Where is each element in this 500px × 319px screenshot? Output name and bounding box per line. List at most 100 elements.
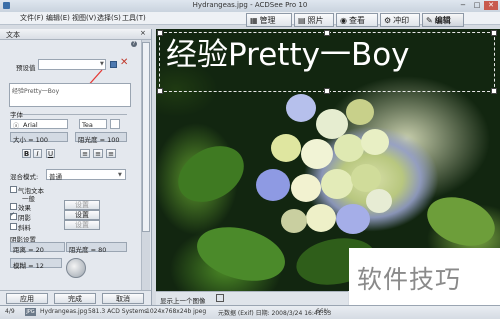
menu-tools[interactable]: 工具(T)	[122, 13, 146, 23]
blur-slider[interactable]: 模糊 = 12	[10, 258, 62, 270]
help-icon[interactable]: ?	[131, 41, 137, 47]
shadow-opacity-label: 阻光度 = 80	[69, 246, 107, 254]
flower-petal	[271, 134, 301, 162]
bold-button[interactable]: B	[22, 149, 31, 158]
mode-label: 管理	[259, 16, 276, 25]
text-input-value: 经验Pretty一Boy	[12, 88, 60, 95]
size-slider[interactable]: 大小 = 100	[10, 132, 68, 144]
divider	[22, 114, 127, 115]
scrollbar-thumb[interactable]	[142, 42, 150, 232]
overlay-text[interactable]: 经验Pretty一Boy	[166, 29, 410, 74]
flower-petal	[366, 189, 392, 213]
panel-header: 文本 ×	[0, 29, 151, 40]
flower-petal	[256, 169, 290, 201]
blend-mode-label: 混合模式:	[10, 173, 39, 181]
flower-petal	[301, 139, 333, 169]
flower-petal	[321, 169, 353, 199]
done-button[interactable]: 完成	[54, 293, 96, 304]
modified-date: 元数据 (Exif) 日期: 2008/3/24 16:41:53	[218, 310, 332, 317]
text-panel: 文本 × ? 预设值 ▼ ✕ 经验Pretty一Boy 字体 ⓐ Arial T…	[0, 29, 152, 305]
bevel-settings-button[interactable]: 设置	[64, 220, 100, 230]
chevron-down-icon: ▼	[118, 172, 122, 178]
effect-settings-button[interactable]: 设置	[64, 200, 100, 210]
shadow-checkbox[interactable]	[10, 211, 17, 220]
flower-petal	[281, 209, 307, 233]
mode-label: 冲印	[393, 16, 410, 25]
effect-checkbox[interactable]	[10, 203, 17, 210]
font-dropdown[interactable]: ⓐ Arial	[10, 119, 68, 130]
apply-button[interactable]: 应用	[6, 293, 48, 304]
shadow-label: 阴影	[18, 214, 31, 222]
leaf-shape	[191, 218, 291, 290]
file-name: Hydrangeas.jpg	[40, 308, 88, 315]
flower-petal	[334, 134, 364, 162]
resize-handle[interactable]	[157, 88, 163, 94]
flower-petal	[286, 94, 316, 122]
menu-edit[interactable]: 编辑(E)	[46, 13, 70, 23]
resize-handle[interactable]	[491, 30, 497, 36]
leaf-shape	[168, 134, 254, 214]
font-name: Arial	[23, 121, 38, 129]
status-bar: 4/9 JPG Hydrangeas.jpg 581.3 ACD Systems…	[0, 305, 500, 319]
image-nav-bar: 显示上一个图像	[156, 291, 348, 306]
delete-preset-icon[interactable]: ✕	[120, 58, 128, 68]
mode-edit[interactable]: ✎ 编辑	[422, 13, 464, 27]
bevel-checkbox[interactable]	[10, 223, 17, 230]
panel-close-icon[interactable]: ×	[140, 29, 146, 37]
resize-handle[interactable]	[324, 88, 330, 94]
opacity-label: 阻光度 = 100	[78, 136, 120, 144]
mode-view[interactable]: ◉ 查看	[336, 13, 378, 27]
align-left-button[interactable]: ≡	[80, 149, 90, 158]
mode-manage[interactable]: ▦ 管理	[246, 13, 292, 27]
menu-select[interactable]: 选择(S)	[97, 13, 121, 23]
flower-petal	[291, 174, 321, 202]
watermark-text: 软件技巧	[357, 265, 462, 294]
font-size-value: Tea	[82, 121, 93, 129]
shadow-settings-button[interactable]: 设置	[64, 210, 100, 220]
maximize-button[interactable]: □	[470, 1, 484, 10]
zoom-level: 66%	[316, 308, 330, 315]
bubble-text-checkbox[interactable]	[10, 186, 17, 193]
close-button[interactable]: ✕	[484, 1, 498, 10]
cancel-button[interactable]: 取消	[102, 293, 144, 304]
blend-mode-dropdown[interactable]: 普通 ▼	[46, 169, 126, 181]
underline-button[interactable]: U	[46, 149, 55, 158]
flower-petal	[336, 204, 370, 234]
mode-photos[interactable]: ▤ 照片	[294, 13, 334, 27]
align-center-button[interactable]: ≡	[93, 149, 103, 158]
italic-button[interactable]: I	[33, 149, 42, 158]
flower-petal	[361, 129, 389, 155]
size-label: 大小 = 100	[13, 136, 48, 144]
flower-petal	[346, 99, 374, 125]
shadow-opacity-slider[interactable]: 阻光度 = 80	[66, 242, 127, 254]
image-dimensions: 1024x768x24b jpeg	[146, 308, 207, 315]
resize-handle[interactable]	[157, 30, 163, 36]
mode-develop[interactable]: ⚙ 冲印	[380, 13, 420, 27]
distance-slider[interactable]: 距离 = 20	[10, 242, 65, 254]
bevel-label: 斜料	[18, 224, 31, 232]
leaf-shape	[420, 188, 500, 255]
flower-petal	[351, 164, 381, 192]
text-input[interactable]: 经验Pretty一Boy	[9, 83, 131, 107]
panel-title: 文本	[6, 31, 20, 39]
panel-footer: 应用 完成 取消	[0, 290, 151, 306]
font-color-swatch[interactable]	[110, 119, 120, 129]
file-size: 581.3 ACD Systems	[88, 308, 148, 315]
resize-handle[interactable]	[491, 88, 497, 94]
opacity-slider[interactable]: 阻光度 = 100	[75, 132, 127, 144]
minimize-button[interactable]: −	[456, 1, 470, 10]
align-right-button[interactable]: ≡	[106, 149, 116, 158]
flower-petal	[306, 204, 336, 232]
menu-view[interactable]: 视图(V)	[72, 13, 96, 23]
shadow-direction-dial[interactable]	[66, 258, 86, 278]
save-preset-icon[interactable]	[110, 61, 117, 68]
photos-icon: ▤	[298, 16, 306, 25]
fit-icon[interactable]	[216, 294, 224, 302]
previous-image-link[interactable]: 显示上一个图像	[160, 295, 206, 305]
distance-label: 距离 = 20	[13, 246, 44, 254]
window-title: Hydrangeas.jpg - ACDSee Pro 10	[192, 1, 308, 9]
font-size-dropdown[interactable]: Tea	[79, 119, 107, 129]
blur-label: 模糊 = 12	[13, 262, 44, 270]
menu-file[interactable]: 文件(F)	[20, 13, 44, 23]
image-index: 4/9	[5, 308, 15, 315]
